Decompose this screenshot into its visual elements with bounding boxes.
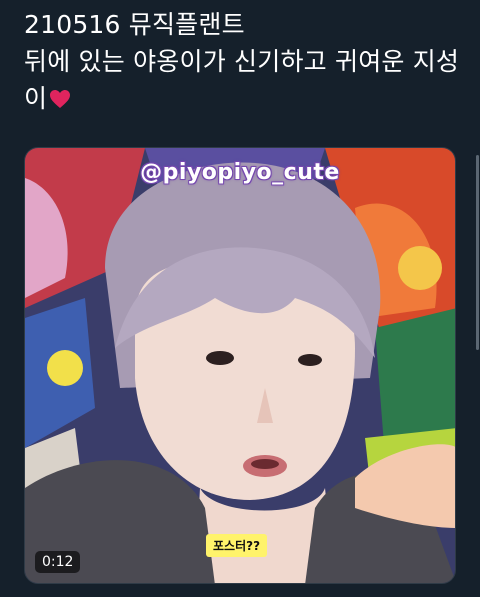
video-caption: 포스터?? [206,534,268,557]
tweet: 210516 뮤직플랜트 뒤에 있는 야옹이가 신기하고 귀여운 지성 이 @p… [0,0,480,597]
tweet-text-line-2: 뒤에 있는 야옹이가 신기하고 귀여운 지성 [24,47,460,76]
tweet-text-line-3: 이 [24,80,464,119]
tweet-text-line-3-label: 이 [24,84,48,113]
video-watermark: @piyopiyo_cute [140,160,340,185]
video-player[interactable]: @piyopiyo_cute 포스터?? 0:12 [24,147,456,584]
video-frame [25,148,455,583]
red-heart-icon [49,82,71,119]
tweet-text-line-1: 210516 뮤직플랜트 [24,10,245,39]
scrollbar[interactable] [476,155,479,350]
video-duration-badge: 0:12 [35,551,81,573]
tweet-text: 210516 뮤직플랜트 뒤에 있는 야옹이가 신기하고 귀여운 지성 이 [24,6,464,119]
